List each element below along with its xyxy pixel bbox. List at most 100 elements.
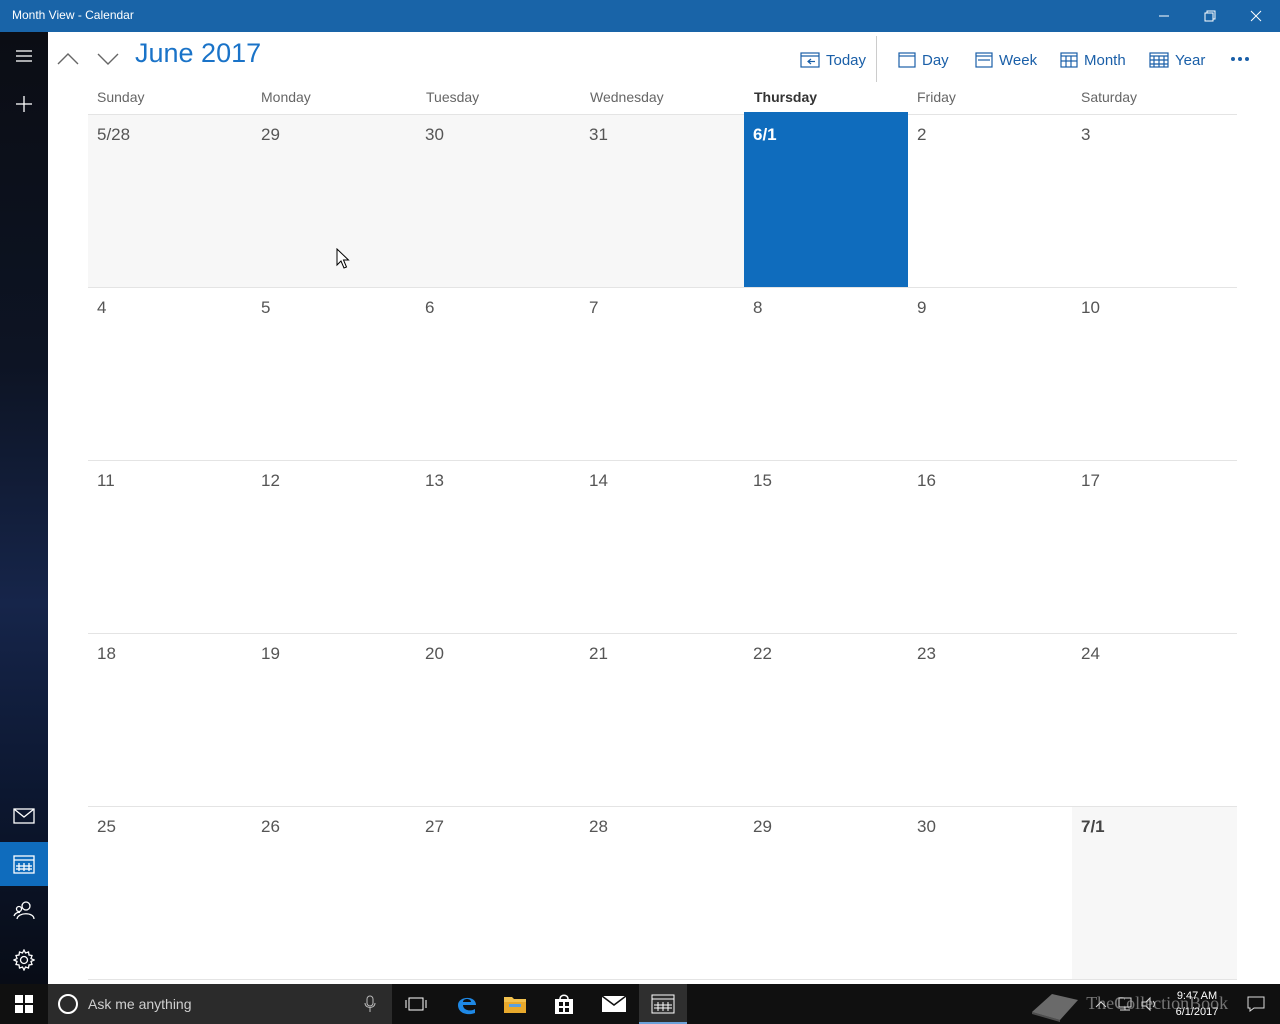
day-cell[interactable]: 29 [252,115,416,288]
day-cell[interactable]: 7/1 [1072,807,1237,980]
day-number: 12 [261,471,280,490]
today-day-cell[interactable]: 6/1 [744,112,908,288]
day-cell[interactable]: 5 [252,288,416,461]
notification-icon [1247,996,1265,1012]
weekday-saturday: Saturday [1081,89,1138,105]
year-view-button[interactable]: Year [1149,46,1205,74]
week-view-button[interactable]: Week [975,46,1037,74]
day-number: 29 [753,817,772,836]
mail-icon [601,995,627,1012]
edge-browser-button[interactable] [443,984,491,1024]
year-view-icon [1149,52,1169,68]
day-number: 31 [589,125,608,144]
day-number: 3 [1081,125,1091,144]
day-cell[interactable]: 11 [88,461,252,634]
action-center-button[interactable] [1232,984,1280,1024]
minimize-button[interactable] [1141,0,1187,32]
restore-button[interactable] [1187,0,1233,32]
weekday-monday: Monday [261,89,311,105]
day-number: 26 [261,817,280,836]
day-cell[interactable]: 13 [416,461,580,634]
day-number: 11 [97,471,115,490]
day-cell[interactable]: 25 [88,807,252,980]
title-bar: Month View - Calendar [0,0,1280,32]
calendar-button[interactable] [0,842,48,886]
restore-icon [1204,10,1216,22]
day-cell[interactable]: 2 [908,115,1072,288]
day-cell[interactable]: 26 [252,807,416,980]
people-button[interactable] [0,888,48,932]
day-cell[interactable]: 31 [580,115,744,288]
day-cell[interactable]: 16 [908,461,1072,634]
month-title[interactable]: June 2017 [135,38,261,69]
folder-icon [504,997,526,1013]
day-cell[interactable]: 24 [1072,634,1237,807]
day-number: 30 [425,125,444,144]
day-cell[interactable]: 28 [580,807,744,980]
day-cell[interactable]: 27 [416,807,580,980]
day-number: 6/1 [753,125,777,144]
day-cell[interactable]: 12 [252,461,416,634]
gear-icon [13,949,35,971]
day-number: 23 [917,644,936,663]
day-cell[interactable]: 5/28 [88,115,252,288]
mail-app-button[interactable] [590,984,638,1024]
day-cell[interactable]: 29 [744,807,908,980]
day-number: 9 [917,298,927,317]
day-number: 27 [425,817,444,836]
day-cell[interactable]: 30 [908,807,1072,980]
today-button[interactable]: Today [800,46,866,74]
day-cell[interactable]: 9 [908,288,1072,461]
day-number: 2 [917,125,927,144]
day-number: 30 [917,817,936,836]
watermark: TheCollectionBook [1030,988,1228,1022]
day-cell[interactable]: 18 [88,634,252,807]
weekday-sunday: Sunday [97,89,145,105]
day-cell[interactable]: 19 [252,634,416,807]
weekday-thursday: Thursday [754,89,818,105]
calendar-app-button[interactable] [639,984,687,1024]
day-cell[interactable]: 15 [744,461,908,634]
day-number: 17 [1081,471,1100,490]
close-button[interactable] [1233,0,1279,32]
week-row: 5/28 29 30 31 6/1 2 3 [88,112,1237,288]
day-cell[interactable]: 8 [744,288,908,461]
day-cell[interactable]: 14 [580,461,744,634]
mail-button[interactable] [0,794,48,838]
previous-month-button[interactable] [53,44,83,74]
file-explorer-button[interactable] [491,984,539,1024]
month-view-button[interactable]: Month [1060,46,1126,74]
start-button[interactable] [0,984,48,1024]
day-cell[interactable]: 23 [908,634,1072,807]
day-number: 19 [261,644,280,663]
task-view-icon [405,997,427,1011]
settings-button[interactable] [0,938,48,982]
day-number: 24 [1081,644,1100,663]
store-icon [555,994,573,1014]
day-number: 8 [753,298,763,317]
day-cell[interactable]: 17 [1072,461,1237,634]
day-cell[interactable]: 10 [1072,288,1237,461]
day-cell[interactable]: 20 [416,634,580,807]
day-cell[interactable]: 22 [744,634,908,807]
month-view-icon [1060,52,1078,68]
month-grid: 5/28 29 30 31 6/1 2 3 4 5 6 7 8 9 10 11 … [88,112,1237,980]
left-rail [0,32,48,984]
weekday-friday: Friday [917,89,956,105]
day-cell[interactable]: 30 [416,115,580,288]
new-event-button[interactable] [0,82,48,126]
day-number: 10 [1081,298,1100,317]
day-cell[interactable]: 4 [88,288,252,461]
cortana-search-box[interactable]: Ask me anything [48,984,392,1024]
store-button[interactable] [540,984,588,1024]
day-cell[interactable]: 6 [416,288,580,461]
day-view-button[interactable]: Day [898,46,949,74]
day-cell[interactable]: 3 [1072,115,1237,288]
hamburger-menu-button[interactable] [0,34,48,78]
more-options-button[interactable] [1226,46,1254,72]
next-month-button[interactable] [93,44,123,74]
microphone-icon[interactable] [364,995,376,1013]
task-view-button[interactable] [392,984,440,1024]
day-cell[interactable]: 7 [580,288,744,461]
day-cell[interactable]: 21 [580,634,744,807]
